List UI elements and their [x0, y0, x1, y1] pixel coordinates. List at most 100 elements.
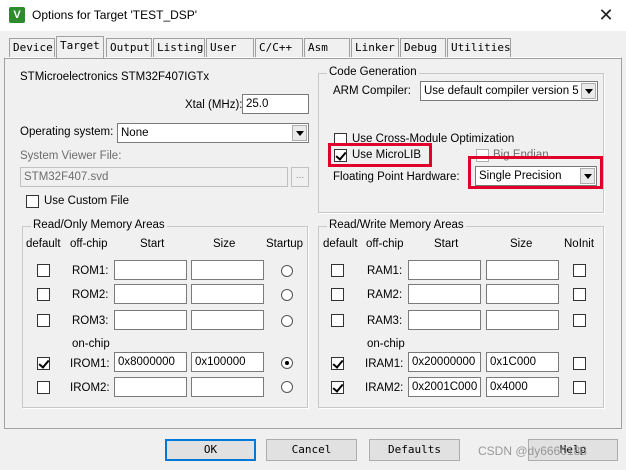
rom1-label: ROM1: [72, 265, 109, 277]
iram1-start-input[interactable]: 0x20000000 [408, 352, 481, 372]
rom-header-start: Start [140, 238, 165, 250]
irom2-label: IROM2: [70, 382, 110, 394]
os-label: Operating system: [20, 126, 114, 138]
ram-header-default: default [323, 238, 358, 250]
tab-utilities[interactable]: Utilities [447, 38, 511, 57]
arm-compiler-value: Use default compiler version 5 [424, 85, 579, 97]
rom2-label: ROM2: [72, 289, 109, 301]
ram2-label: RAM2: [367, 289, 403, 301]
device-name: STMicroelectronics STM32F407IGTx [20, 71, 210, 83]
keil-uvision-icon: V [9, 7, 25, 23]
rom-onchip-label: on-chip [72, 338, 110, 350]
irom1-start-input[interactable]: 0x8000000 [114, 352, 187, 372]
window-title: Options for Target 'TEST_DSP' [32, 8, 198, 22]
os-select-value: None [121, 127, 149, 139]
svd-input[interactable]: STM32F407.svd [20, 167, 288, 187]
irom2-default-checkbox[interactable] [37, 381, 50, 394]
ram-onchip-label: on-chip [367, 338, 405, 350]
tab-user[interactable]: User [206, 38, 254, 57]
rom-header-startup: Startup [266, 238, 304, 250]
irom1-default-checkbox[interactable] [37, 357, 50, 370]
rom2-start-input[interactable] [114, 284, 187, 304]
ram1-start-input[interactable] [408, 260, 481, 280]
ram3-default-checkbox[interactable] [331, 314, 344, 327]
ram-header-noinit: NoInit [564, 238, 595, 250]
irom1-size-input[interactable]: 0x100000 [191, 352, 264, 372]
rom-header-size: Size [213, 238, 236, 250]
close-icon[interactable]: ✕ [591, 3, 621, 27]
ram2-noinit-checkbox[interactable] [573, 288, 586, 301]
ram3-start-input[interactable] [408, 310, 481, 330]
iram1-label: IRAM1: [365, 358, 404, 370]
tab-device[interactable]: Device [9, 38, 55, 57]
rom3-startup-radio[interactable] [281, 315, 293, 327]
ram1-default-checkbox[interactable] [331, 264, 344, 277]
ram1-noinit-checkbox[interactable] [573, 264, 586, 277]
ram2-start-input[interactable] [408, 284, 481, 304]
rom-header-default: default [26, 238, 61, 250]
csdn-watermark: CSDN @dy6660188 [478, 444, 587, 458]
iram2-size-input[interactable]: 0x4000 [486, 377, 559, 397]
xtal-label: Xtal (MHz): [185, 99, 243, 111]
browse-button[interactable]: ... [291, 167, 309, 187]
ram2-size-input[interactable] [486, 284, 559, 304]
cancel-button[interactable]: Cancel [266, 439, 357, 461]
rom3-start-input[interactable] [114, 310, 187, 330]
svd-label: System Viewer File: [20, 150, 122, 162]
ram-group-title: Read/Write Memory Areas [327, 219, 466, 231]
iram1-default-checkbox[interactable] [331, 357, 344, 370]
highlight-fpu [468, 156, 603, 189]
tab-output[interactable]: Output [106, 38, 152, 57]
use-custom-file-label: Use Custom File [44, 195, 129, 207]
iram2-noinit-checkbox[interactable] [573, 381, 586, 394]
ram-header-size: Size [510, 238, 533, 250]
use-custom-file-checkbox[interactable] [26, 195, 39, 208]
tab-asm[interactable]: Asm [304, 38, 350, 57]
rom1-default-checkbox[interactable] [37, 264, 50, 277]
irom2-size-input[interactable] [191, 377, 264, 397]
ok-button[interactable]: OK [165, 439, 256, 461]
iram1-size-input[interactable]: 0x1C000 [486, 352, 559, 372]
ram3-label: RAM3: [367, 315, 403, 327]
tab-listing[interactable]: Listing [153, 38, 205, 57]
rom3-label: ROM3: [72, 315, 109, 327]
iram2-label: IRAM2: [365, 382, 404, 394]
tab-c-cpp[interactable]: C/C++ [255, 38, 303, 57]
iram1-noinit-checkbox[interactable] [573, 357, 586, 370]
ram3-noinit-checkbox[interactable] [573, 314, 586, 327]
ram2-default-checkbox[interactable] [331, 288, 344, 301]
ram3-size-input[interactable] [486, 310, 559, 330]
rom1-size-input[interactable] [191, 260, 264, 280]
defaults-button[interactable]: Defaults [369, 439, 460, 461]
irom1-startup-radio[interactable] [281, 357, 293, 369]
ram1-size-input[interactable] [486, 260, 559, 280]
irom2-startup-radio[interactable] [281, 381, 293, 393]
rom3-default-checkbox[interactable] [37, 314, 50, 327]
arm-compiler-label: ARM Compiler: [333, 85, 411, 97]
chevron-down-icon[interactable] [292, 125, 307, 141]
chevron-down-icon[interactable] [581, 83, 596, 99]
rom1-start-input[interactable] [114, 260, 187, 280]
rom-group-title: Read/Only Memory Areas [31, 219, 167, 231]
irom1-label: IROM1: [70, 358, 110, 370]
irom2-start-input[interactable] [114, 377, 187, 397]
rom3-size-input[interactable] [191, 310, 264, 330]
rom2-default-checkbox[interactable] [37, 288, 50, 301]
arm-compiler-select[interactable]: Use default compiler version 5 [420, 81, 598, 101]
tab-target[interactable]: Target [56, 36, 104, 58]
rom2-startup-radio[interactable] [281, 289, 293, 301]
ram-header-offchip: off-chip [366, 238, 404, 250]
code-generation-title: Code Generation [327, 66, 419, 78]
iram2-start-input[interactable]: 0x2001C000 [408, 377, 481, 397]
rom1-startup-radio[interactable] [281, 265, 293, 277]
tab-debug[interactable]: Debug [400, 38, 446, 57]
fpu-label: Floating Point Hardware: [333, 171, 460, 183]
xtal-input[interactable]: 25.0 [242, 94, 309, 114]
tab-linker[interactable]: Linker [351, 38, 399, 57]
highlight-microlib [328, 143, 432, 167]
iram2-default-checkbox[interactable] [331, 381, 344, 394]
rom-header-offchip: off-chip [70, 238, 108, 250]
rom2-size-input[interactable] [191, 284, 264, 304]
tab-strip: Device Target Output Listing User C/C++ … [0, 36, 626, 58]
os-select[interactable]: None [117, 123, 309, 143]
